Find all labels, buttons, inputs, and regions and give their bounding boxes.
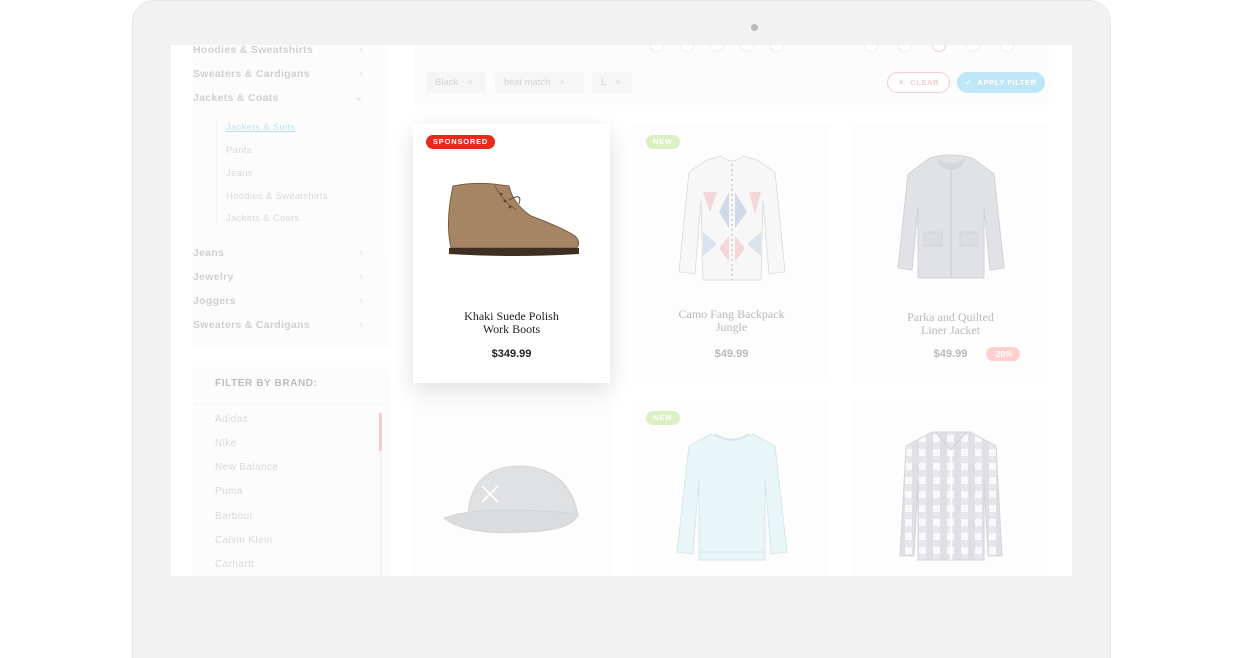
category-label: Jackets & Coats — [193, 92, 279, 104]
filter-chip-label: L — [601, 77, 607, 88]
product-price: $49.99 — [714, 348, 749, 360]
size-option[interactable] — [1000, 45, 1014, 52]
category-label: Hoodies & Sweatshirts — [193, 45, 314, 56]
filter-chip-label: Black — [435, 77, 459, 88]
color-swatch[interactable] — [650, 45, 664, 52]
close-icon: ✕ — [897, 78, 905, 87]
subcategory-item[interactable]: Hoodies & Sweatshirts — [226, 191, 328, 202]
category-item[interactable]: Jewelry › — [193, 271, 363, 283]
size-option[interactable] — [966, 45, 980, 52]
category-label: Jewelry — [193, 271, 234, 283]
cardigan-image — [678, 155, 786, 281]
product-name-line: Jungle — [715, 320, 748, 334]
size-option-selected[interactable] — [932, 45, 946, 52]
category-label: Jeans — [193, 247, 225, 259]
filter-chip[interactable]: Black × — [426, 72, 486, 93]
brand-item[interactable]: New Balance — [215, 462, 278, 473]
filter-chip[interactable]: L × — [592, 72, 632, 93]
cap-image — [443, 465, 579, 534]
color-swatch[interactable] — [770, 45, 784, 52]
brand-scrollbar-thumb[interactable] — [379, 413, 382, 451]
category-item[interactable]: Joggers › — [193, 295, 363, 307]
filter-bar: Black × best match × L × ✕ CLEAR ✓ APPLY FI… — [414, 45, 1049, 105]
product-name-line: Liner Jacket — [921, 323, 980, 337]
subcategory-item-active[interactable]: Jackets & Suits — [226, 122, 295, 133]
sweater-image — [676, 433, 788, 561]
check-icon: ✓ — [965, 78, 973, 87]
close-icon[interactable]: × — [467, 77, 473, 88]
color-swatch[interactable] — [710, 45, 724, 52]
new-badge: NEW — [646, 411, 680, 425]
color-swatch[interactable] — [740, 45, 754, 52]
category-item[interactable]: Sweaters & Cardigans › — [193, 319, 363, 331]
chevron-right-icon: › — [359, 68, 363, 78]
product-card[interactable] — [414, 400, 611, 576]
boot-image — [447, 182, 580, 256]
close-icon[interactable]: × — [615, 77, 621, 88]
category-label: Sweaters & Cardigans — [193, 319, 310, 331]
product-card[interactable]: NEW Camo Fang Backpack Jungle $49.99 — [633, 124, 830, 383]
chevron-down-icon: ⌄ — [355, 92, 363, 102]
sponsored-badge: SPONSORED — [426, 135, 496, 149]
clear-button[interactable]: ✕ CLEAR — [887, 72, 950, 93]
apply-label: APPLY FILTER — [977, 78, 1037, 87]
chevron-right-icon: › — [359, 45, 363, 54]
product-card[interactable]: Parka and Quilted Liner Jacket $49.99 -2… — [852, 124, 1049, 383]
category-label: Joggers — [193, 295, 236, 307]
brand-item[interactable]: Puma — [215, 486, 243, 497]
discount-badge: -20% — [986, 347, 1020, 361]
color-swatch[interactable] — [680, 45, 694, 52]
brand-item[interactable]: Adidas — [215, 414, 248, 425]
product-name[interactable]: Parka and Quilted Liner Jacket — [852, 311, 1049, 337]
filter-chip[interactable]: best match × — [495, 72, 584, 93]
brand-item[interactable]: Barbour — [215, 511, 253, 522]
chevron-right-icon: › — [359, 319, 363, 329]
product-card[interactable] — [852, 400, 1049, 576]
subcategory-item[interactable]: Jackets & Coats — [226, 213, 299, 224]
category-item[interactable]: Sweaters & Cardigans › — [193, 68, 363, 80]
divider — [193, 403, 390, 404]
category-item[interactable]: Hoodies & Sweatshirts › — [193, 45, 363, 56]
product-name-line: Camo Fang Backpack — [678, 307, 785, 321]
product-name[interactable]: Camo Fang Backpack Jungle — [633, 308, 830, 334]
product-price: $349.99 — [491, 348, 532, 360]
size-option[interactable] — [864, 45, 878, 52]
brand-filter-heading: FILTER BY BRAND: — [215, 378, 318, 389]
category-item[interactable]: Jeans › — [193, 247, 363, 259]
close-icon[interactable]: × — [559, 77, 565, 88]
clear-label: CLEAR — [910, 78, 940, 87]
subcategory-line — [216, 119, 217, 223]
chevron-right-icon: › — [359, 271, 363, 281]
camera-icon — [751, 24, 758, 31]
shirt-image — [899, 431, 1003, 561]
filter-chip-label: best match — [504, 77, 551, 88]
product-name[interactable]: Khaki Suede Polish Work Boots — [413, 310, 610, 336]
subcategory-item[interactable]: Jeans — [226, 168, 253, 179]
parka-image — [897, 154, 1005, 279]
new-badge: NEW — [646, 135, 680, 149]
product-name-line: Parka and Quilted — [907, 310, 994, 324]
chevron-right-icon: › — [359, 295, 363, 305]
product-card-featured[interactable]: SPONSORED Khaki Suede Polish Work Boots … — [413, 124, 610, 383]
subcategory-item[interactable]: Pants — [226, 145, 252, 156]
brand-item[interactable]: Nike — [215, 438, 237, 449]
brand-item[interactable]: Carhartt — [215, 559, 254, 570]
brand-item[interactable]: Calvin Klein — [215, 535, 273, 546]
product-name-line: Work Boots — [482, 322, 541, 336]
apply-filter-button[interactable]: ✓ APPLY FILTER — [957, 72, 1045, 93]
screen: Hoodies & Sweatshirts › Sweaters & Cardi… — [171, 45, 1072, 576]
product-name-line: Khaki Suede Polish — [464, 309, 559, 323]
category-label: Sweaters & Cardigans — [193, 68, 310, 80]
product-card[interactable]: NEW — [633, 400, 830, 576]
chevron-right-icon: › — [359, 247, 363, 257]
size-option[interactable] — [898, 45, 912, 52]
category-item-expanded[interactable]: Jackets & Coats ⌄ — [193, 92, 363, 104]
